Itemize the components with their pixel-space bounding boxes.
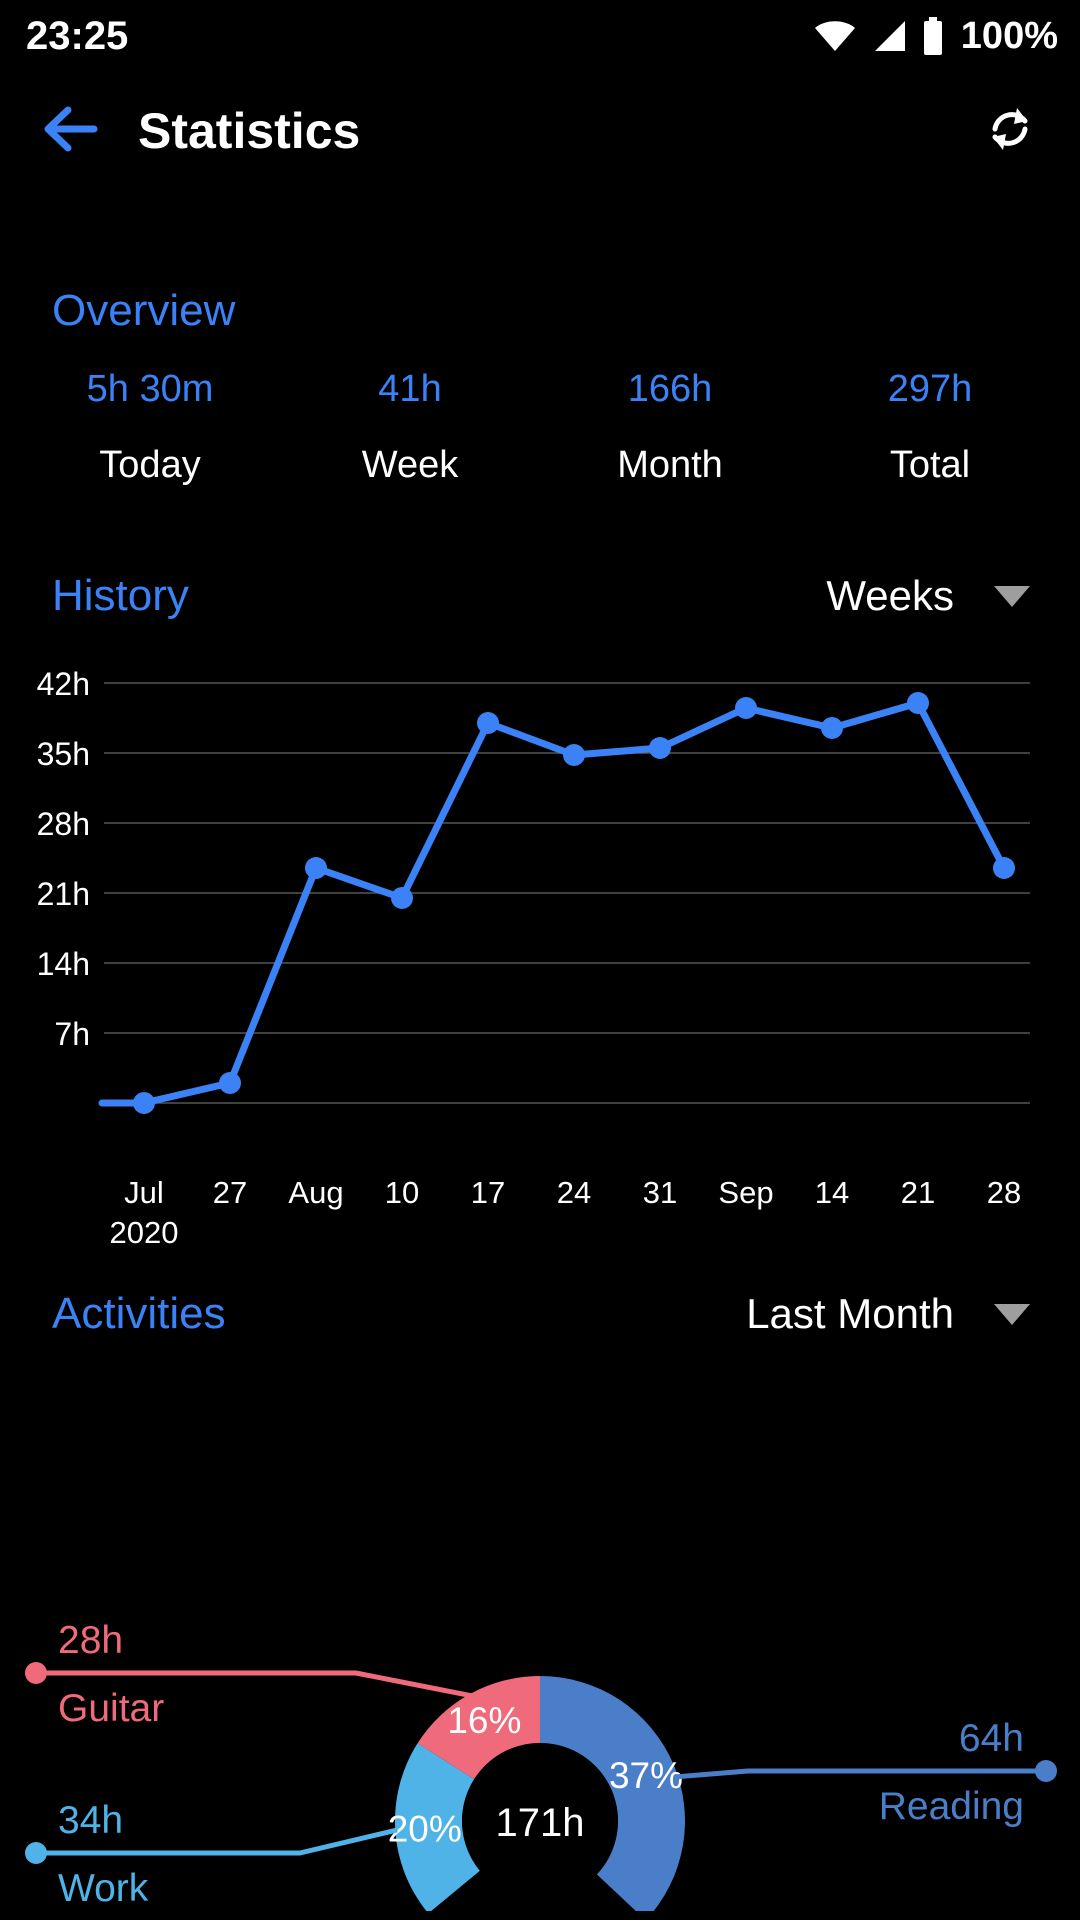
stat-month-label: Month [617,443,723,486]
donut-callout-name-label: Guitar [58,1687,164,1730]
arrow-left-icon [44,104,100,159]
line-chart-data-point [821,717,843,739]
stat-today-label: Today [99,443,201,486]
back-button[interactable] [34,93,110,169]
page-title: Statistics [138,103,361,159]
y-axis-tick-label: 35h [37,736,90,772]
activities-period-dropdown[interactable]: Last Month [746,1290,1038,1338]
x-axis-tick-label: 17 [470,1175,506,1210]
line-chart-data-point [391,887,413,909]
line-chart-data-point [735,697,757,719]
battery-percent-label: 100% [960,14,1058,57]
history-period-dropdown[interactable]: Weeks [826,572,1038,620]
app-bar: Statistics [0,72,1080,190]
line-chart-data-point [305,857,327,879]
x-axis-tick-label: Sep [718,1175,774,1210]
history-header: History Weeks [0,571,1080,621]
donut-callout-hours-label: 28h [58,1619,123,1662]
stat-today-value: 5h 30m [86,368,214,410]
x-axis-tick-label: 21 [900,1175,936,1210]
line-chart-data-point [907,692,929,714]
stat-month: 166h Month [540,366,800,489]
donut-callout-name-label: Reading [879,1785,1024,1828]
history-line-chart-svg: 42h 35h 28h 21h 14h 7h [37,669,1030,1114]
activities-period-value: Last Month [746,1290,954,1337]
activities-title: Activities [52,1289,226,1338]
activities-section: Activities Last Month 37% 20% 16% 171h 28h Gu… [0,1289,1080,1911]
activities-donut-chart-svg: 37% 20% 16% 171h 28h Guitar 34h Work 64h Reading [25,1619,1057,1911]
refresh-sync-icon [983,102,1037,161]
history-section: History Weeks 42h 35h 28h 21h 14h 7h Jul 2020 2… [0,571,1080,1250]
y-axis-tick-label: 7h [54,1016,90,1052]
status-bar: 23:25 100% [0,0,1080,72]
overview-stats-row: 5h 30m Today 41h Week 166h Month 297h To… [0,366,1080,489]
overview-header: Overview [0,286,1080,336]
x-axis-tick-label: 28 [986,1175,1022,1210]
activities-header: Activities Last Month [0,1289,1080,1339]
line-chart-data-point [563,744,585,766]
line-chart-data-point [993,857,1015,879]
donut-callout-name-label: Work [58,1867,149,1910]
stat-week-value: 41h [378,368,442,410]
donut-callout-dot [25,1662,47,1684]
line-chart-data-point [649,737,671,759]
x-axis-tick-label: Jul 2020 [109,1175,179,1250]
x-axis-tick-label: Aug [288,1175,344,1210]
x-axis-tick-label: 24 [556,1175,592,1210]
x-axis-tick-label: 27 [212,1175,248,1210]
donut-callout-dot [25,1842,47,1864]
history-title: History [52,571,189,620]
y-axis-tick-label: 14h [37,946,90,982]
donut-center-total-label: 171h [496,1801,585,1845]
stat-month-value: 166h [627,368,713,410]
stat-total: 297h Total [800,366,1060,489]
stat-total-value: 297h [887,368,973,410]
line-chart-data-point [133,1092,155,1114]
chevron-down-icon [994,585,1030,607]
line-chart-data-point [219,1072,241,1094]
y-axis-tick-label: 21h [37,876,90,912]
history-period-value: Weeks [826,572,954,619]
x-axis-tick-label: 14 [814,1175,850,1210]
donut-slice-percent-label: 16% [447,1700,521,1741]
stat-week-label: Week [361,443,459,486]
activities-donut-chart: 37% 20% 16% 171h 28h Guitar 34h Work 64h Reading [0,1391,1080,1911]
donut-callout-hours-label: 34h [58,1799,123,1842]
cellular-signal-icon [871,19,907,53]
status-bar-icons: 100% [813,15,1058,58]
overview-title: Overview [52,286,236,335]
donut-callout-dot [1035,1760,1057,1782]
refresh-button[interactable] [972,93,1048,169]
history-x-axis: Jul 2020 27 Aug 10 17 24 31 Sep 14 21 28 [0,1167,1080,1257]
stat-week: 41h Week [280,366,540,489]
stat-total-label: Total [889,443,971,486]
x-axis-tick-label: 31 [642,1175,678,1210]
donut-slice-percent-label: 20% [388,1808,462,1849]
status-bar-clock: 23:25 [26,14,129,58]
history-line-chart: 42h 35h 28h 21h 14h 7h Jul 2020 27 Aug 10 17 24 31 Se… [0,669,1080,1250]
stat-today: 5h 30m Today [20,366,280,489]
battery-icon [921,17,945,55]
donut-callout-hours-label: 64h [959,1717,1024,1760]
y-axis-tick-label: 42h [37,669,90,702]
line-chart-data-point [477,712,499,734]
chevron-down-icon [994,1303,1030,1325]
donut-slice-percent-label: 37% [609,1755,683,1796]
wifi-icon [813,19,857,53]
x-axis-tick-label: 10 [384,1175,420,1210]
overview-section: Overview 5h 30m Today 41h Week 166h Mont… [0,286,1080,489]
y-axis-tick-label: 28h [37,806,90,842]
